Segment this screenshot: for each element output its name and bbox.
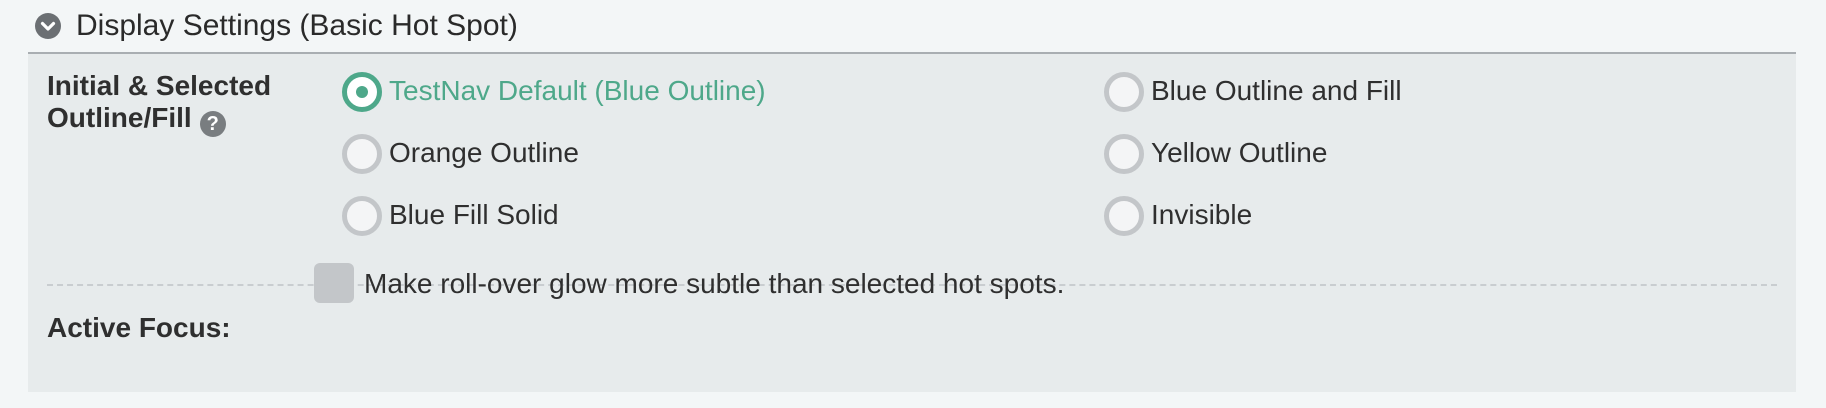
active-focus-label: Active Focus: xyxy=(47,312,231,343)
radio-label: Invisible xyxy=(1151,199,1253,230)
subtle-glow-checkbox-label[interactable]: Make roll-over glow more subtle than sel… xyxy=(364,266,1064,302)
question-circle-icon[interactable]: ? xyxy=(199,111,226,137)
section-title: Display Settings (Basic Hot Spot) xyxy=(76,9,518,42)
outline-fill-label-text: Outline/Fill xyxy=(47,102,192,133)
radio-button[interactable] xyxy=(342,134,382,174)
section-header[interactable]: Display Settings (Basic Hot Spot) xyxy=(28,0,1796,54)
radio-label: Yellow Outline xyxy=(1151,137,1328,168)
radio-button[interactable] xyxy=(1104,134,1144,174)
outline-fill-label-line2: Outline/Fill? xyxy=(47,102,271,137)
settings-body: Initial & Selected Outline/Fill? TestNav… xyxy=(28,54,1796,392)
subtle-glow-checkbox[interactable] xyxy=(314,263,354,303)
radio-button[interactable] xyxy=(1104,196,1144,236)
radio-button[interactable] xyxy=(1104,72,1144,112)
radio-button[interactable] xyxy=(342,196,382,236)
radio-label: TestNav Default (Blue Outline) xyxy=(389,75,766,106)
display-settings-panel: Display Settings (Basic Hot Spot) Initia… xyxy=(28,0,1796,392)
radio-label: Blue Fill Solid xyxy=(389,199,559,230)
outline-fill-label-line1: Initial & Selected xyxy=(47,70,272,101)
radio-label: Blue Outline and Fill xyxy=(1151,75,1402,106)
radio-button-checked[interactable] xyxy=(342,72,382,112)
radio-label: Orange Outline xyxy=(389,137,579,168)
outline-fill-label: Initial & Selected Outline/Fill? xyxy=(47,70,271,137)
chevron-down-circle-icon[interactable] xyxy=(35,13,61,39)
